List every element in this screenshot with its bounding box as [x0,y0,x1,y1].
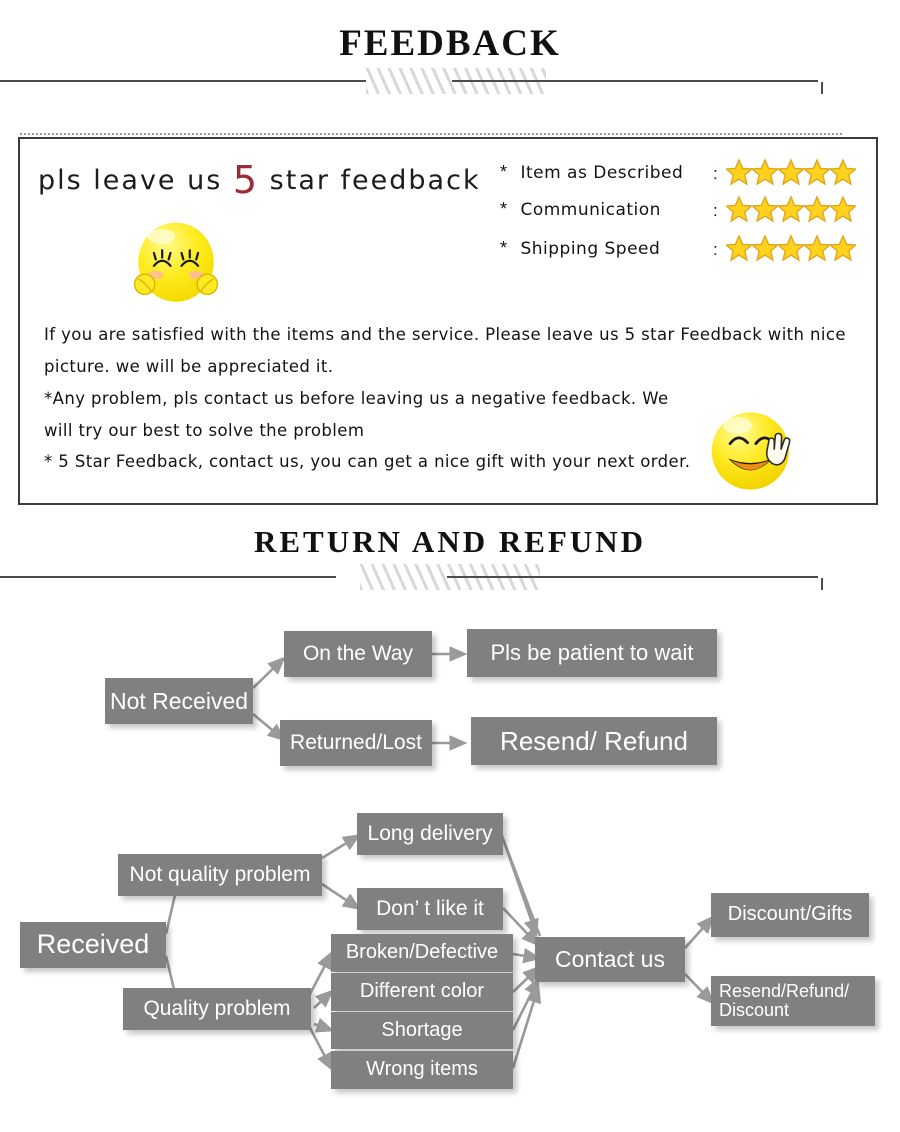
smiley-closed-eyes-icon [133,222,219,302]
rating-colon: : [713,164,718,183]
flow-node-label: Not Received [109,687,249,714]
flow-node-dont-like-it[interactable]: Don’ t like it [357,888,503,930]
rating-row-shipping-speed: * Shipping Speed : [500,234,856,272]
divider-rule-left [0,576,336,578]
headline-text-before: pls leave us [38,165,233,196]
feedback-body-line: *Any problem, pls contact us before leav… [44,389,669,408]
flow-node-returned-lost[interactable]: Returned/Lost [280,720,432,766]
flow-node-label: Wrong items [366,1058,478,1081]
return-refund-flowchart: Not Received On the Way Returned/Lost Pl… [0,596,900,1106]
divider-corner-bracket [810,82,823,94]
flow-node-resend-refund[interactable]: Resend/ Refund [471,717,717,765]
smiley-peace-sign-icon [711,412,791,490]
flow-node-discount-gifts[interactable]: Discount/Gifts [711,893,869,937]
feedback-body-line: will try our best to solve the problem [44,421,365,440]
flow-node-label: On the Way [302,641,414,665]
five-star-icons [726,233,856,265]
flow-node-label: Shortage [381,1018,463,1041]
flow-node-label: Don’ t like it [376,896,484,920]
flow-node-broken-defective[interactable]: Broken/Defective [331,934,513,972]
feedback-body-line: * 5 Star Feedback, contact us, you can g… [44,452,691,471]
flow-node-label: Discount/Gifts [727,903,853,926]
rating-label: Communication [520,200,661,220]
bullet-asterisk-icon: * [500,238,508,258]
flow-node-shortage[interactable]: Shortage [331,1012,513,1049]
feedback-body-line: If you are satisfied with the items and … [44,325,846,344]
flow-node-label: Long delivery [367,821,493,845]
rating-label: Shipping Speed [520,239,661,259]
flow-node-not-received[interactable]: Not Received [105,678,253,724]
flow-node-label: Broken/Defective [345,941,499,964]
rating-row-communication: * Communication : [500,195,856,233]
feedback-body-line: picture. we will be appreciated it. [44,357,334,376]
rating-colon: : [713,201,718,220]
headline-star-count: 5 [232,158,260,202]
rating-row-item-as-described: * Item as Described : [500,158,856,196]
flow-node-label: Quality problem [143,996,291,1020]
flow-node-label: Resend/Refund/ Discount [719,980,850,1020]
flow-node-label: Pls be patient to wait [490,640,694,666]
flow-node-quality-problem[interactable]: Quality problem [123,988,311,1030]
five-star-icons [726,194,856,226]
five-star-icons [726,157,856,189]
divider-edge-tick [896,578,900,590]
bullet-asterisk-icon: * [500,199,508,219]
flow-node-label: Resend/ Refund [500,725,688,756]
rating-label: Item as Described [520,163,684,183]
page-title-feedback: FEEDBACK [339,23,561,64]
flow-node-resend-refund-discount[interactable]: Resend/Refund/ Discount [711,976,875,1026]
feedback-headline: pls leave us 5 star feedback [38,158,481,202]
flow-node-different-color[interactable]: Different color [331,973,513,1011]
panel-dotted-divider [20,133,842,135]
divider-edge-tick [896,82,900,94]
flow-node-long-delivery[interactable]: Long delivery [357,813,503,855]
page-title-return-refund: RETURN AND REFUND [253,524,646,559]
divider-corner-bracket [810,578,823,590]
flow-node-received[interactable]: Received [20,922,166,968]
bullet-asterisk-icon: * [500,162,508,182]
divider-ornament-bottom [0,560,900,594]
flow-node-label: Contact us [555,946,665,973]
flow-node-wrong-items[interactable]: Wrong items [331,1051,513,1089]
flow-node-pls-be-patient[interactable]: Pls be patient to wait [467,629,717,677]
divider-ornament-top [0,64,900,98]
flow-node-contact-us[interactable]: Contact us [535,937,685,982]
flow-node-label: Different color [359,980,485,1003]
headline-text-after: star feedback [259,165,481,196]
divider-rule-right [447,576,818,578]
rating-colon: : [713,240,718,259]
flow-node-on-the-way[interactable]: On the Way [284,631,432,677]
flow-node-label: Not quality problem [129,862,311,886]
divider-rule-right [452,80,818,82]
flow-node-not-quality-problem[interactable]: Not quality problem [118,854,322,896]
flow-node-label: Received [36,929,150,960]
flow-node-label: Returned/Lost [290,730,422,754]
